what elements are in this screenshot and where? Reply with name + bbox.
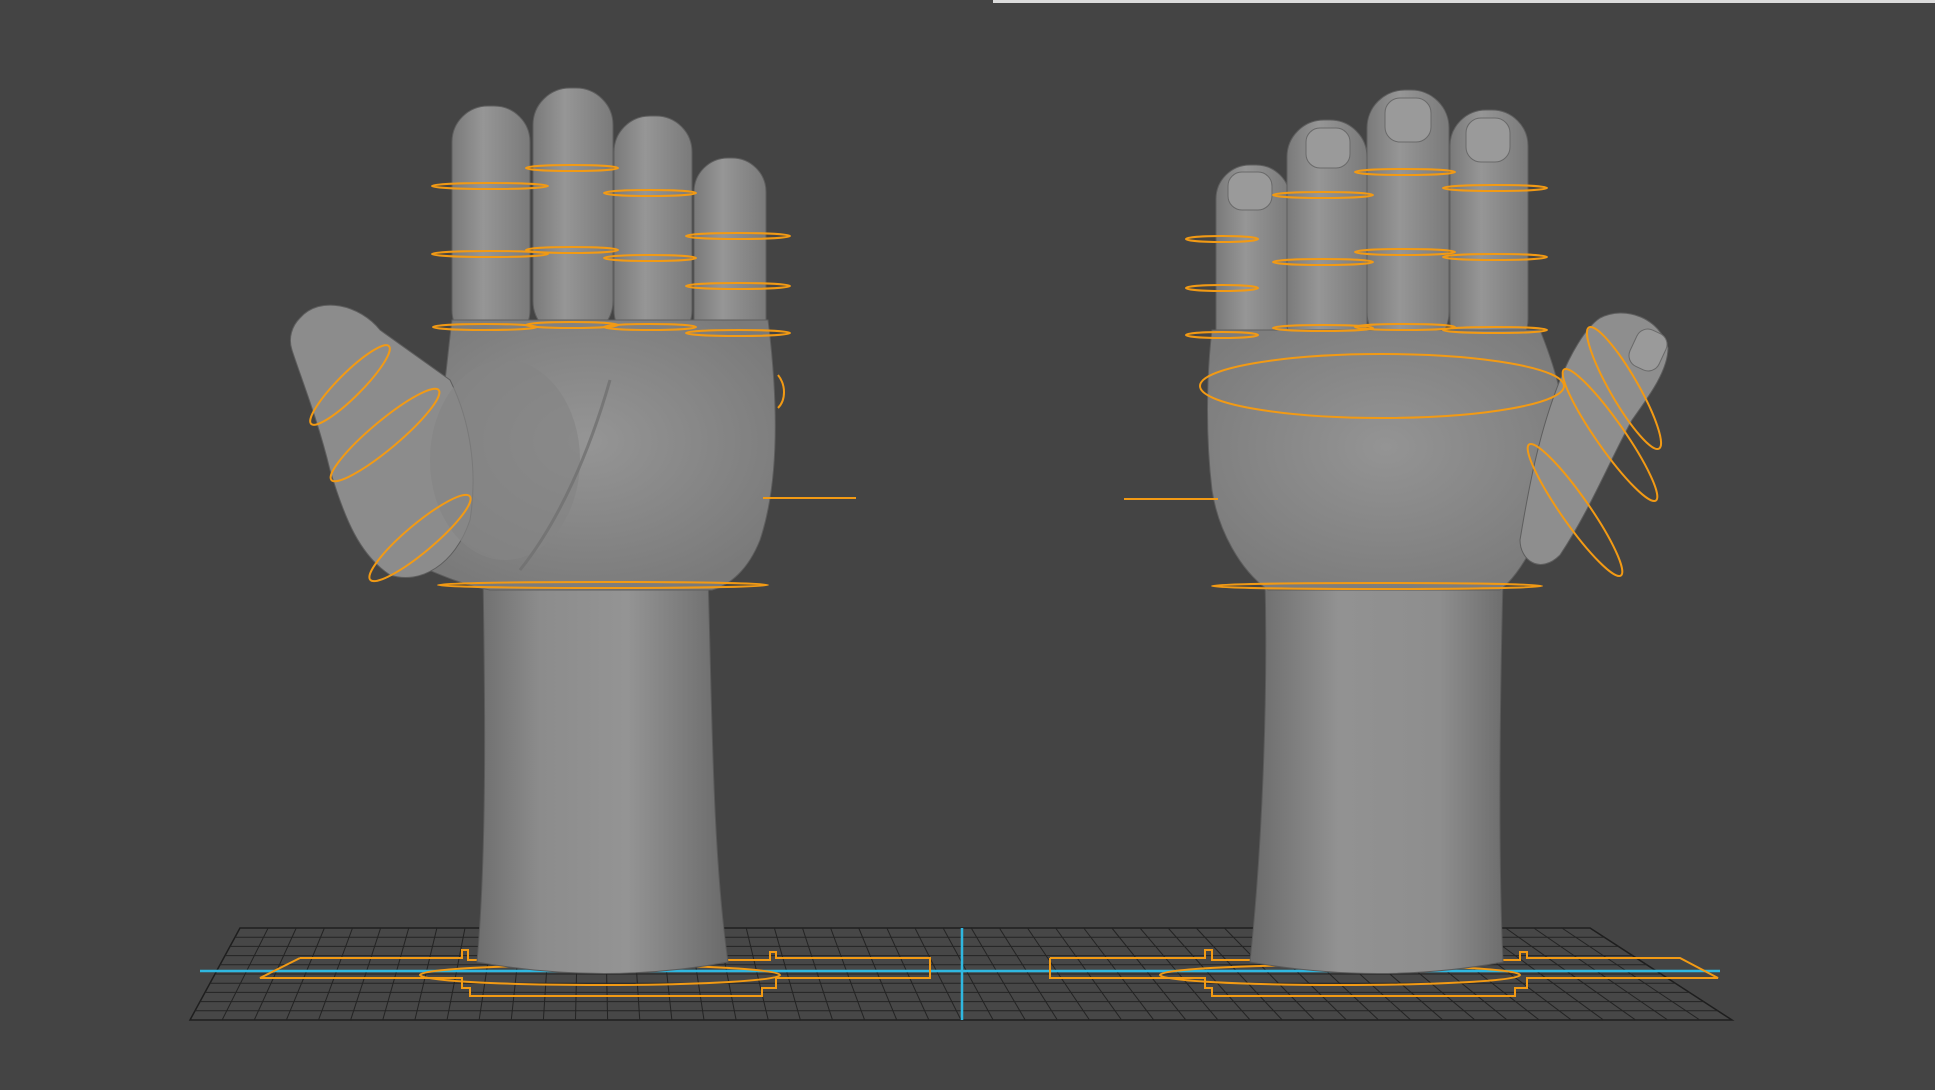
left-hand-mesh[interactable] [289,87,776,974]
right-hand-mesh[interactable] [1207,89,1671,974]
viewport-scene[interactable] [0,0,1935,1090]
3d-viewport[interactable] [0,0,1935,1090]
